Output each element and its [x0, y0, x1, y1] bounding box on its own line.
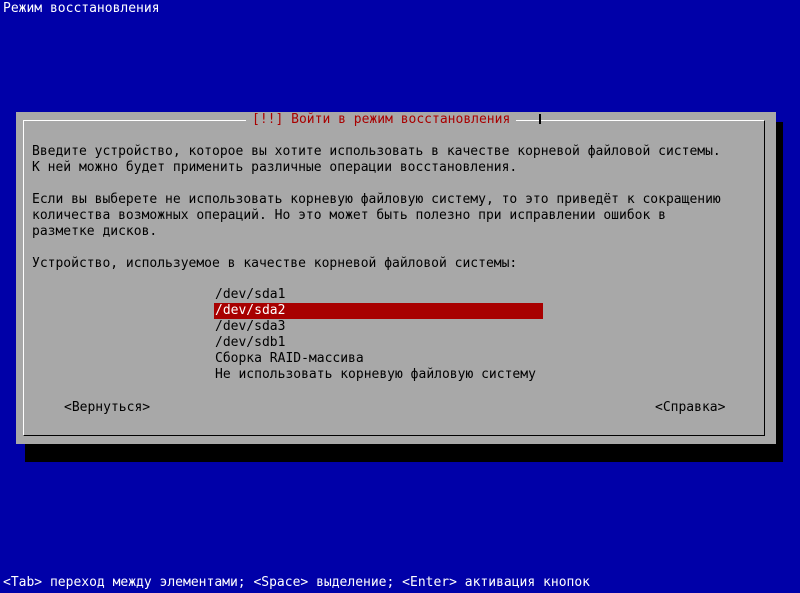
device-option-raid[interactable]: Сборка RAID-массива — [214, 351, 543, 367]
device-option-sda3[interactable]: /dev/sda3 — [214, 319, 543, 335]
device-option-none[interactable]: Не использовать корневую файловую систем… — [214, 367, 543, 383]
dialog-description: Введите устройство, которое вы хотите ис… — [32, 144, 721, 175]
status-bar: <Tab> переход между элементами; <Space> … — [3, 575, 590, 590]
help-button[interactable]: <Справка> — [655, 400, 725, 416]
back-button[interactable]: <Вернуться> — [64, 400, 150, 416]
device-option-sdb1[interactable]: /dev/sdb1 — [214, 335, 543, 351]
dialog-warning: Если вы выберете не использовать корневу… — [32, 192, 721, 239]
device-option-sda1[interactable]: /dev/sda1 — [214, 287, 543, 303]
device-list: /dev/sda1 /dev/sda2 /dev/sda3 /dev/sdb1 … — [214, 287, 543, 383]
device-option-sda2[interactable]: /dev/sda2 — [214, 303, 543, 319]
dialog-title: [!!] Войти в режим восстановления — [246, 112, 517, 128]
device-prompt: Устройство, используемое в качестве корн… — [32, 256, 518, 271]
title-right-tick — [539, 114, 541, 124]
recovery-dialog: [!!] Войти в режим восстановления Введит… — [16, 112, 776, 444]
screen-title: Режим восстановления — [3, 1, 160, 16]
